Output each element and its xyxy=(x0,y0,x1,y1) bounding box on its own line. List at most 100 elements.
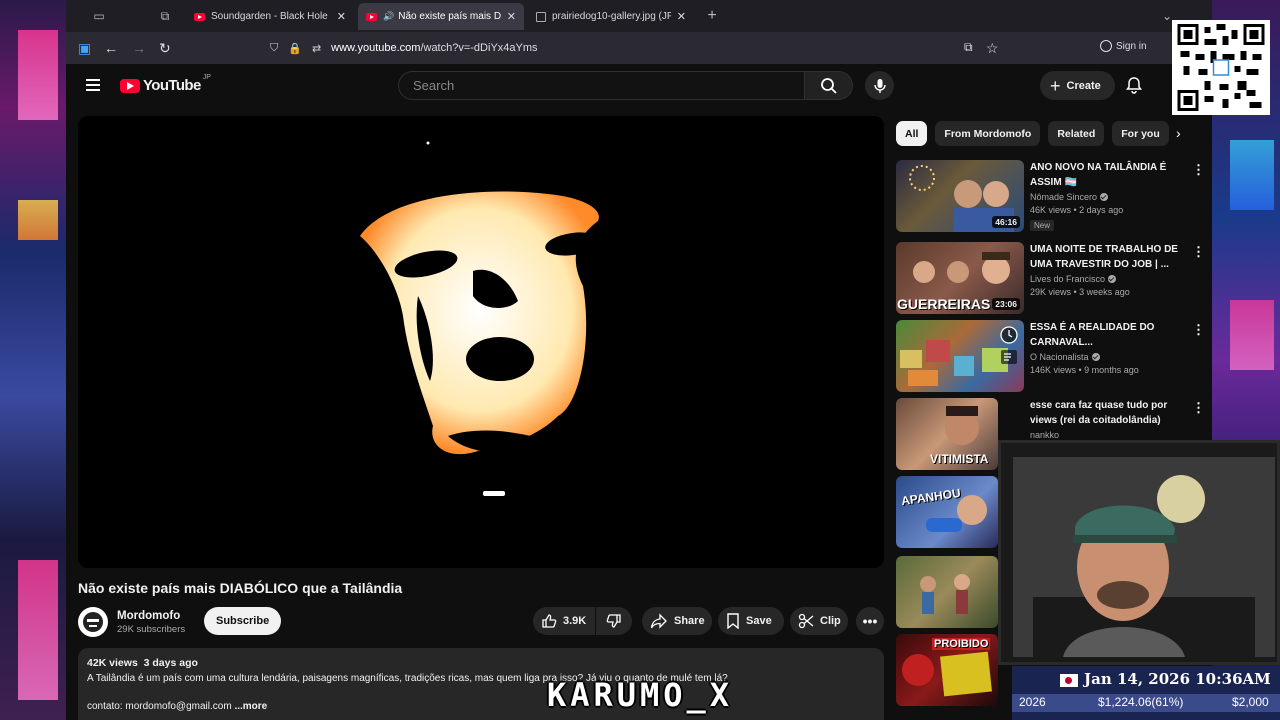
speaker-icon[interactable]: 🔊 xyxy=(383,11,394,22)
back-icon[interactable]: ← xyxy=(104,40,118,56)
recommendation-title[interactable]: esse cara faz quase tudo por views (rei … xyxy=(1030,398,1180,428)
recommendation-info: esse cara faz quase tudo por views (rei … xyxy=(1030,398,1180,440)
tab-soundgarden[interactable]: Soundgarden - Black Hole Sun ✕ xyxy=(186,3,354,30)
video-thumbnail[interactable]: PROIBIDO xyxy=(896,634,998,706)
region-code: JP xyxy=(202,74,211,81)
microphone-icon xyxy=(873,78,886,93)
more-actions-button[interactable]: ••• xyxy=(856,607,884,635)
channel-name[interactable]: Nômade Sincero xyxy=(1030,192,1097,202)
menu-icon[interactable] xyxy=(86,79,100,91)
more-vertical-icon[interactable]: ⋮ xyxy=(1192,322,1205,338)
close-tab-icon[interactable]: ✕ xyxy=(507,10,516,23)
watch-later-icon[interactable] xyxy=(1000,326,1018,344)
voice-search-button[interactable] xyxy=(865,71,894,100)
show-more-link[interactable]: ...more xyxy=(234,701,267,712)
lock-icon[interactable]: 🔒 xyxy=(288,42,302,55)
permissions-icon[interactable]: ⇄ xyxy=(312,42,321,55)
video-player[interactable] xyxy=(78,116,884,568)
notifications-button[interactable] xyxy=(1126,76,1142,99)
recommendation-title[interactable]: ANO NOVO NA TAILÂNDIA É ASSIM 🏳️‍⚧️ xyxy=(1030,160,1180,190)
clip-button[interactable]: Clip xyxy=(790,607,848,635)
channel-name[interactable]: Lives do Francisco xyxy=(1030,274,1105,284)
chevron-right-icon[interactable]: › xyxy=(1176,125,1181,141)
bookmark-star-icon[interactable]: ☆ xyxy=(986,40,999,57)
shield-icon[interactable]: ⛉ xyxy=(270,42,278,55)
channel-avatar[interactable] xyxy=(78,607,108,637)
neon-sign xyxy=(18,30,58,120)
search-button[interactable] xyxy=(805,71,853,100)
video-title: Não existe país mais DIABÓLICO que a Tai… xyxy=(78,580,403,596)
channel-info: Mordomofo 29K subscribers xyxy=(78,606,185,638)
add-to-queue-icon[interactable] xyxy=(1001,350,1017,364)
youtube-header: YouTube JP Search + Create xyxy=(66,64,1212,109)
subscribe-button[interactable]: Subscribe xyxy=(204,607,282,635)
tab-video-active[interactable]: 🔊 Não existe país mais DIABÓ ✕ xyxy=(358,3,524,30)
sidebar-icon[interactable]: ▣ xyxy=(78,40,91,57)
more-vertical-icon[interactable]: ⋮ xyxy=(1192,162,1205,178)
bookmark-icon xyxy=(727,613,739,629)
recommendation-title[interactable]: ESSA É A REALIDADE DO CARNAVAL... xyxy=(1030,320,1180,350)
account-icon xyxy=(1100,40,1112,52)
description-meta: 42K views 3 days ago xyxy=(87,657,875,669)
more-vertical-icon[interactable]: ⋮ xyxy=(1192,244,1205,260)
ticker-datetime: Jan 14, 2026 10:36AM xyxy=(1084,670,1271,688)
clip-label: Clip xyxy=(820,615,841,627)
description-text: A Tailândia é um país com uma cultura le… xyxy=(87,673,728,684)
video-thumbnail[interactable]: VITIMISTA xyxy=(896,398,998,470)
thumbs-up-icon xyxy=(542,614,557,628)
reload-icon[interactable]: ↻ xyxy=(159,40,171,57)
search-input[interactable]: Search xyxy=(398,71,805,100)
video-thumbnail[interactable] xyxy=(896,320,1024,392)
recommendation-item[interactable]: VITIMISTA xyxy=(896,398,998,470)
close-tab-icon[interactable]: ✕ xyxy=(677,10,686,23)
like-button[interactable]: 3.9K xyxy=(533,607,595,635)
description-box[interactable]: 42K views 3 days ago A Tailândia é um pa… xyxy=(78,648,884,720)
share-icon xyxy=(650,613,667,629)
share-button[interactable]: Share xyxy=(642,607,712,635)
recommendation-title[interactable]: UMA NOITE DE TRABALHO DE UMA TRAVESTIR D… xyxy=(1030,242,1180,272)
recommendation-item[interactable]: ESSA É A REALIDADE DO CARNAVAL... O Naci… xyxy=(896,320,1216,394)
video-thumbnail[interactable]: 46:16 xyxy=(896,160,1024,232)
verified-icon xyxy=(1108,275,1117,283)
tab-overview-icon[interactable]: ⧉ xyxy=(154,8,176,24)
recommendation-item[interactable]: GUERREIRAS 23:06 UMA NOITE DE TRABALHO D… xyxy=(896,242,1216,316)
new-tab-icon[interactable]: + xyxy=(701,7,723,24)
sign-in-button[interactable]: Sign in xyxy=(1100,40,1147,52)
video-thumbnail[interactable]: APANHOU xyxy=(896,476,998,548)
channel-name[interactable]: nankko xyxy=(1030,430,1059,440)
url-host: www.youtube.com xyxy=(331,42,421,54)
recommendation-item[interactable]: APANHOU xyxy=(896,476,998,548)
close-tab-icon[interactable]: ✕ xyxy=(337,10,346,23)
video-duration: 46:16 xyxy=(992,216,1020,228)
url-bar[interactable]: ⛉ 🔒 ⇄ www.youtube.com/watch?v=-dDiYx4aYm… xyxy=(270,36,990,60)
chip-for-you[interactable]: For you xyxy=(1112,121,1169,146)
channel-name[interactable]: O Nacionalista xyxy=(1030,352,1089,362)
avatar-face-icon xyxy=(83,612,103,632)
chip-all[interactable]: All xyxy=(896,121,928,146)
recommendation-item[interactable]: PROIBIDO xyxy=(896,634,998,706)
video-thumbnail[interactable]: GUERREIRAS 23:06 xyxy=(896,242,1024,314)
recommendation-item[interactable]: 46:16 ANO NOVO NA TAILÂNDIA É ASSIM 🏳️‍⚧… xyxy=(896,160,1216,234)
video-thumbnail[interactable] xyxy=(896,556,998,628)
recommendation-meta: 46K views • 2 days ago xyxy=(1030,205,1124,215)
picture-in-picture-icon[interactable]: ⧉ xyxy=(964,40,973,55)
youtube-logo[interactable]: YouTube JP xyxy=(120,74,211,94)
chip-from-channel[interactable]: From Mordomofo xyxy=(935,121,1041,146)
dislike-button[interactable] xyxy=(596,607,632,635)
create-button[interactable]: + Create xyxy=(1040,71,1115,100)
recommendation-meta: 29K views • 3 weeks ago xyxy=(1030,287,1130,297)
channel-name[interactable]: Mordomofo xyxy=(117,610,185,622)
more-vertical-icon[interactable]: ⋮ xyxy=(1192,400,1205,416)
recommendation-item[interactable] xyxy=(896,556,998,628)
streamer-watermark: KARUMO_X xyxy=(546,676,734,714)
forward-icon[interactable]: → xyxy=(132,40,146,56)
sidebar-toggle-icon[interactable]: ▭ xyxy=(88,8,110,24)
neon-sign xyxy=(1230,300,1274,370)
save-button[interactable]: Save xyxy=(718,607,784,635)
chip-related[interactable]: Related xyxy=(1048,121,1105,146)
nav-bar: ▣ ← → ↻ ⛉ 🔒 ⇄ www.youtube.com/watch?v=-d… xyxy=(66,32,1212,64)
thumbnail-caption: PROIBIDO xyxy=(932,638,991,650)
tab-prairiedog[interactable]: prairiedog10-gallery.jpg (JPEG ✕ xyxy=(528,3,694,30)
upload-age: 3 days ago xyxy=(143,657,198,669)
recommendation-info: ESSA É A REALIDADE DO CARNAVAL... O Naci… xyxy=(1030,320,1180,375)
